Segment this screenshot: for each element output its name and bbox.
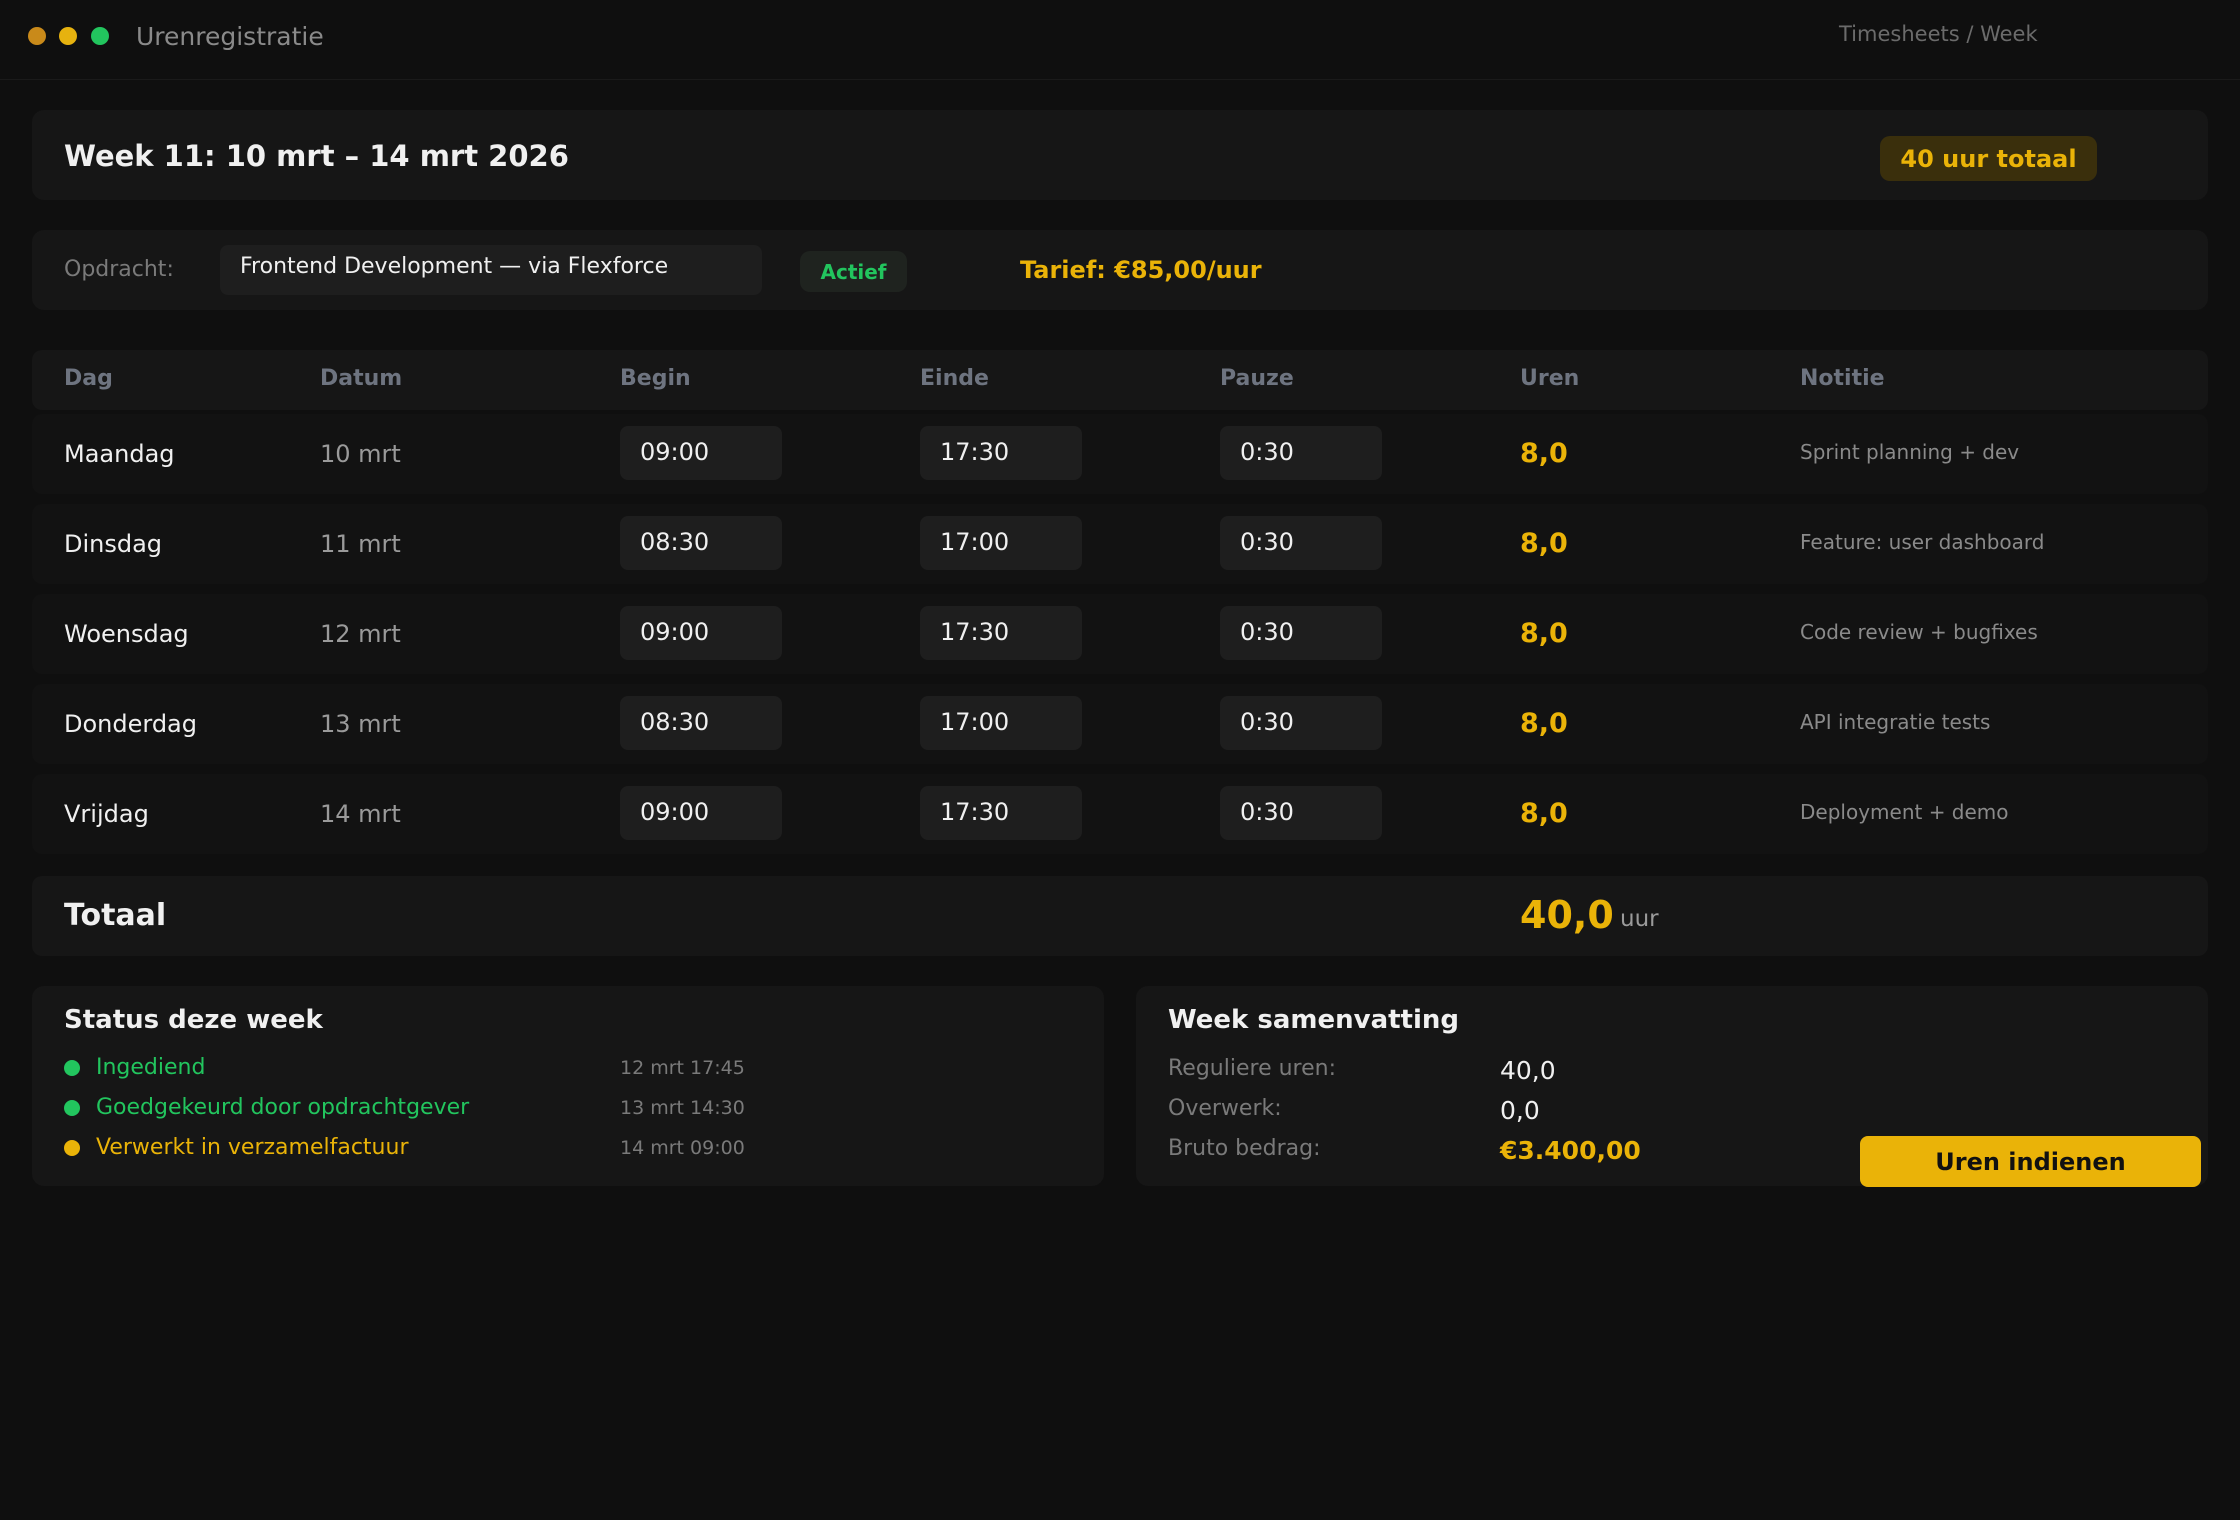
total-hours-value: 40,0 [1520, 893, 1614, 937]
window-minimize-button[interactable] [59, 27, 77, 45]
window-maximize-button[interactable] [91, 27, 109, 45]
status-dot-icon [64, 1060, 80, 1076]
status-item-submitted: Ingediend [96, 1055, 206, 1080]
regular-hours-label: Reguliere uren: [1168, 1056, 1336, 1081]
end-time-input[interactable]: 17:30 [920, 786, 1082, 840]
end-time-input[interactable]: 17:00 [920, 696, 1082, 750]
row-note[interactable]: Code review + bugfixes [1800, 620, 2038, 644]
overtime-label: Overwerk: [1168, 1096, 1282, 1121]
breadcrumb[interactable]: Timesheets / Week [1839, 22, 2038, 46]
row-date: 13 mrt [320, 710, 401, 738]
total-hours-badge: 40 uur totaal [1880, 136, 2097, 181]
status-item-time: 12 mrt 17:45 [620, 1057, 745, 1079]
begin-time-input[interactable]: 09:00 [620, 786, 782, 840]
pause-input[interactable]: 0:30 [1220, 426, 1382, 480]
begin-time-input[interactable]: 09:00 [620, 606, 782, 660]
assignment-status-badge: Actief [800, 251, 907, 292]
column-header-begin: Begin [620, 366, 691, 391]
row-hours: 8,0 [1520, 708, 1568, 739]
row-note[interactable]: Sprint planning + dev [1800, 440, 2019, 464]
status-item-invoiced: Verwerkt in verzamelfactuur [96, 1135, 409, 1160]
row-note[interactable]: Feature: user dashboard [1800, 530, 2044, 554]
row-date: 12 mrt [320, 620, 401, 648]
row-day: Vrijdag [64, 800, 149, 828]
pause-input[interactable]: 0:30 [1220, 786, 1382, 840]
title-bar: Urenregistratie Timesheets / Week [0, 0, 2240, 80]
submit-hours-button[interactable]: Uren indienen [1860, 1136, 2201, 1187]
total-row [32, 876, 2208, 956]
assignment-label: Opdracht: [64, 257, 174, 282]
status-item-time: 14 mrt 09:00 [620, 1137, 745, 1159]
row-hours: 8,0 [1520, 618, 1568, 649]
pause-input[interactable]: 0:30 [1220, 606, 1382, 660]
hourly-rate: Tarief: €85,00/uur [1020, 256, 1262, 284]
row-day: Woensdag [64, 620, 189, 648]
begin-time-input[interactable]: 09:00 [620, 426, 782, 480]
total-label: Totaal [64, 898, 167, 933]
column-header-hours: Uren [1520, 366, 1580, 391]
status-dot-icon [64, 1140, 80, 1156]
window-close-button[interactable] [28, 27, 46, 45]
end-time-input[interactable]: 17:00 [920, 516, 1082, 570]
row-day: Donderdag [64, 710, 197, 738]
overtime-value: 0,0 [1500, 1096, 1540, 1125]
end-time-input[interactable]: 17:30 [920, 426, 1082, 480]
regular-hours-value: 40,0 [1500, 1056, 1556, 1085]
gross-amount-value: €3.400,00 [1500, 1136, 1641, 1165]
column-header-end: Einde [920, 366, 989, 391]
app-title: Urenregistratie [136, 22, 324, 51]
status-item-approved: Goedgekeurd door opdrachtgever [96, 1095, 470, 1120]
row-note[interactable]: Deployment + demo [1800, 800, 2009, 824]
row-day: Dinsdag [64, 530, 163, 558]
row-hours: 8,0 [1520, 438, 1568, 469]
summary-panel-title: Week samenvatting [1168, 1005, 1460, 1035]
column-header-date: Datum [320, 366, 403, 391]
row-day: Maandag [64, 440, 175, 468]
begin-time-input[interactable]: 08:30 [620, 696, 782, 750]
column-header-note: Notitie [1800, 366, 1885, 391]
gross-amount-label: Bruto bedrag: [1168, 1136, 1321, 1161]
week-title: Week 11: 10 mrt – 14 mrt 2026 [64, 139, 569, 173]
row-date: 10 mrt [320, 440, 401, 468]
end-time-input[interactable]: 17:30 [920, 606, 1082, 660]
pause-input[interactable]: 0:30 [1220, 516, 1382, 570]
row-note[interactable]: API integratie tests [1800, 710, 1990, 734]
status-panel-title: Status deze week [64, 1005, 323, 1035]
begin-time-input[interactable]: 08:30 [620, 516, 782, 570]
total-hours-unit: uur [1620, 906, 1659, 932]
row-hours: 8,0 [1520, 528, 1568, 559]
row-date: 14 mrt [320, 800, 401, 828]
column-header-pause: Pauze [1220, 366, 1294, 391]
row-date: 11 mrt [320, 530, 401, 558]
assignment-select[interactable]: Frontend Development — via Flexforce [220, 245, 762, 295]
pause-input[interactable]: 0:30 [1220, 696, 1382, 750]
column-header-day: Dag [64, 366, 113, 391]
status-dot-icon [64, 1100, 80, 1116]
status-item-time: 13 mrt 14:30 [620, 1097, 745, 1119]
row-hours: 8,0 [1520, 798, 1568, 829]
